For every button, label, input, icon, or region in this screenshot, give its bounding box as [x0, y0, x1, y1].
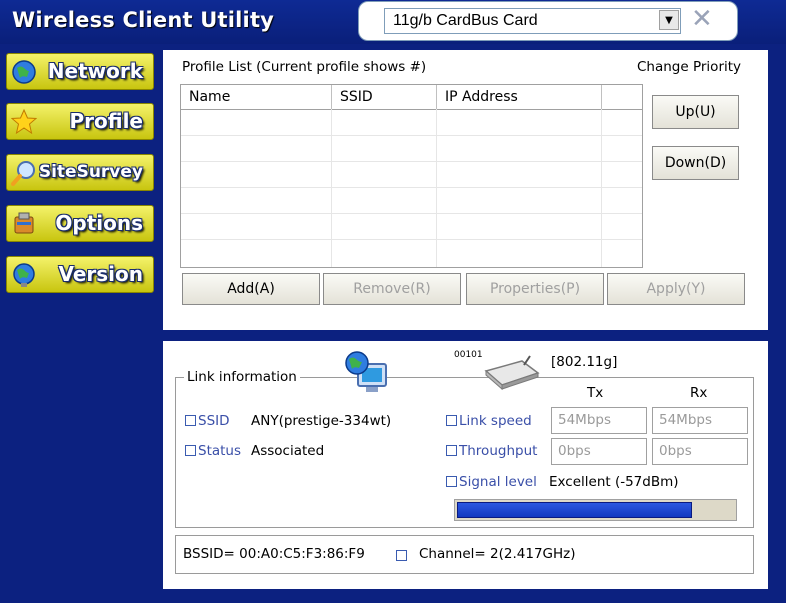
throughput-rx-field: 0bps — [652, 438, 748, 465]
nav-profile-button[interactable]: Profile — [6, 103, 154, 140]
nav-options-label: Options — [55, 211, 143, 235]
device-code-label: 00101 — [454, 350, 483, 360]
ssid-value: ANY(prestige-334wt) — [251, 413, 392, 429]
device-select[interactable]: 11g/b CardBus Card ▼ — [384, 8, 681, 34]
profile-table[interactable]: Name SSID IP Address — [180, 84, 643, 268]
standard-label: [802.11g] — [551, 354, 618, 370]
grid-line — [181, 187, 642, 188]
grid-line — [601, 109, 602, 267]
column-header-ssid[interactable]: SSID — [332, 85, 437, 109]
tools-icon — [14, 212, 34, 234]
throughput-label: Throughput — [446, 443, 537, 459]
ssid-label: SSID — [185, 413, 230, 429]
signal-level-value: Excellent (-57dBm) — [549, 474, 679, 490]
table-header: Name SSID IP Address — [181, 85, 642, 110]
down-button[interactable]: Down(D) — [652, 146, 739, 180]
signal-level-fill — [457, 502, 692, 518]
signal-level-checkbox[interactable] — [446, 475, 457, 487]
link-speed-checkbox[interactable] — [446, 414, 457, 426]
app-window: Wireless Client Utility 11g/b CardBus Ca… — [0, 0, 786, 603]
nav-version-button[interactable]: Version — [6, 256, 154, 293]
bssid-checkbox[interactable] — [396, 550, 407, 561]
computer-globe-icon — [345, 351, 387, 392]
nav-sitesurvey-button[interactable]: SiteSurvey — [6, 154, 154, 191]
rx-header: Rx — [690, 385, 708, 401]
throughput-tx-field: 0bps — [551, 438, 647, 465]
add-button[interactable]: Add(A) — [182, 273, 320, 305]
status-value: Associated — [251, 443, 325, 459]
link-speed-label-text: Link speed — [459, 413, 532, 429]
status-label-text: Status — [198, 443, 242, 459]
signal-level-label: Signal level — [446, 474, 537, 490]
ssid-label-text: SSID — [198, 413, 230, 429]
grid-line — [181, 213, 642, 214]
bssid-value: BSSID= 00:A0:C5:F3:86:F9 — [183, 546, 365, 562]
signal-level-label-text: Signal level — [459, 474, 537, 490]
status-checkbox[interactable] — [185, 444, 196, 456]
tx-header: Tx — [587, 385, 604, 401]
globe-icon — [12, 60, 36, 84]
grid-line — [181, 135, 642, 136]
nav-options-button[interactable]: Options — [6, 205, 154, 242]
star-icon — [11, 109, 37, 135]
nav-profile-label: Profile — [69, 109, 143, 133]
grid-line — [181, 161, 642, 162]
close-icon[interactable]: ✕ — [691, 4, 713, 34]
channel-value: Channel= 2(2.417GHz) — [419, 546, 576, 562]
magnifier-icon — [11, 161, 35, 186]
globe-person-icon — [13, 263, 35, 287]
up-button[interactable]: Up(U) — [652, 95, 739, 129]
throughput-label-text: Throughput — [459, 443, 538, 459]
nav-version-label: Version — [58, 262, 143, 286]
grid-line — [181, 239, 642, 240]
remove-button[interactable]: Remove(R) — [323, 273, 461, 305]
chevron-down-icon[interactable]: ▼ — [659, 10, 679, 30]
nav-sitesurvey-label: SiteSurvey — [38, 162, 143, 182]
apply-button[interactable]: Apply(Y) — [607, 273, 745, 305]
nav-network-button[interactable]: Network — [6, 53, 154, 90]
device-select-value: 11g/b CardBus Card — [393, 12, 538, 29]
grid-line — [331, 109, 332, 267]
profile-list-label: Profile List (Current profile shows #) — [182, 59, 427, 75]
throughput-checkbox[interactable] — [446, 444, 457, 456]
status-label: Status — [185, 443, 241, 459]
change-priority-label: Change Priority — [637, 59, 742, 75]
signal-level-bar — [454, 499, 737, 521]
device-selector-box: 11g/b CardBus Card ▼ ✕ — [358, 1, 738, 41]
access-point-icon — [484, 355, 540, 391]
column-header-ip[interactable]: IP Address — [437, 85, 602, 109]
nav-network-label: Network — [47, 59, 143, 83]
ssid-checkbox[interactable] — [185, 414, 196, 426]
properties-button[interactable]: Properties(P) — [466, 273, 604, 305]
grid-line — [436, 109, 437, 267]
app-title: Wireless Client Utility — [12, 8, 275, 32]
link-speed-tx-field: 54Mbps — [551, 407, 647, 434]
title-bar: Wireless Client Utility 11g/b CardBus Ca… — [0, 0, 786, 44]
column-header-name[interactable]: Name — [181, 85, 332, 109]
column-header-extra[interactable] — [602, 85, 642, 109]
link-speed-rx-field: 54Mbps — [652, 407, 748, 434]
link-speed-label: Link speed — [446, 413, 532, 429]
link-info-label: Link information — [184, 369, 300, 385]
